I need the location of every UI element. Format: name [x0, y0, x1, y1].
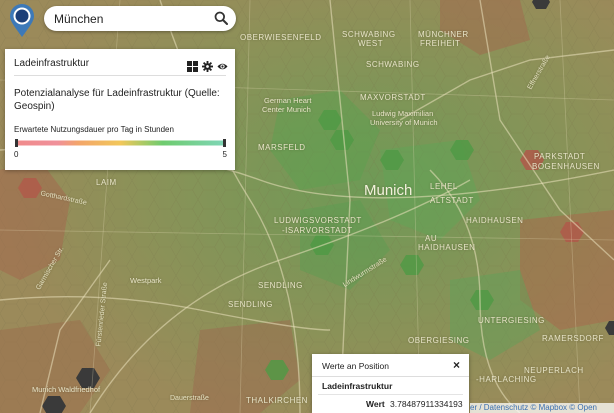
search-input[interactable]	[54, 10, 204, 27]
gear-icon[interactable]	[202, 59, 213, 72]
district-label: OBERWIESENFELD	[240, 33, 322, 42]
district-label: SCHWABING	[342, 30, 396, 39]
district-label: THALKIRCHEN	[246, 396, 308, 405]
legend-handle-min	[15, 139, 18, 147]
district-label: OBERGIESING	[408, 336, 470, 345]
popup-value-key: Wert	[366, 399, 385, 409]
district-label: HAIDHAUSEN	[466, 216, 524, 225]
legend-scale-label: Erwartete Nutzungsdauer pro Tag in Stund…	[14, 125, 174, 134]
search-bar	[44, 6, 236, 31]
district-label: MAXVORSTADT	[360, 93, 426, 102]
district-label: LEHEL	[430, 182, 458, 191]
district-label: -HARLACHING	[476, 375, 537, 384]
poi-label: Munich Waldfriedhof	[32, 385, 101, 394]
street-label: Dauerstraße	[170, 395, 209, 402]
district-label: NEUPERLACH	[524, 366, 584, 375]
district-label: -ISARVORSTADT	[282, 226, 353, 235]
popup-title: Werte an Position	[322, 361, 389, 371]
district-label: MÜNCHNER	[418, 30, 469, 39]
legend-min-label: 0	[14, 150, 19, 159]
location-pin-icon[interactable]	[8, 4, 36, 38]
poi-label: Westpark	[130, 276, 162, 285]
district-label: SCHWABING	[366, 60, 420, 69]
popup-value: 3.78487911334193	[390, 399, 463, 409]
district-label: ALTSTADT	[430, 196, 474, 205]
district-label: LUDWIGSVORSTADT	[274, 216, 362, 225]
district-label: LAIM	[96, 178, 117, 187]
district-label: AU	[425, 234, 438, 243]
grid-icon[interactable]	[187, 59, 198, 72]
close-icon[interactable]: ×	[453, 358, 460, 372]
poi-label: Center Munich	[262, 105, 311, 114]
divider	[14, 75, 226, 76]
layer-title: Ladeinfrastruktur	[14, 58, 90, 69]
poi-label: University of Munich	[370, 118, 438, 127]
legend-handle-max	[223, 139, 226, 147]
layer-actions	[187, 57, 228, 72]
poi-label: Ludwig Maximilian	[372, 109, 434, 118]
popup-layer-name: Ladeinfrastruktur	[322, 381, 393, 391]
district-label: FREIHEIT	[420, 39, 461, 48]
poi-label: German Heart	[264, 96, 312, 105]
divider	[312, 376, 469, 377]
district-label: SENDLING	[258, 281, 303, 290]
district-label: PARKSTADT	[534, 152, 586, 161]
legend-max-label: 5	[222, 150, 227, 159]
city-label: Munich	[364, 182, 413, 199]
legend-color-scale[interactable]	[15, 139, 226, 147]
divider	[318, 394, 463, 395]
district-label: SENDLING	[228, 300, 273, 309]
district-label: HAIDHAUSEN	[418, 243, 476, 252]
map-attribution[interactable]: er / Datenschutz © Mapbox © Open	[470, 403, 614, 413]
district-label: WEST	[358, 39, 384, 48]
layer-legend-panel: Ladeinfrastruktur Potenzialanalyse für L…	[5, 49, 235, 170]
district-label: UNTERGIESING	[478, 316, 545, 325]
district-label: MARSFELD	[258, 143, 306, 152]
layer-description: Potenzialanalyse für Ladeinfrastruktur (…	[14, 88, 220, 112]
value-popup: Werte an Position × Ladeinfrastruktur We…	[312, 354, 469, 413]
eye-icon[interactable]	[217, 59, 228, 70]
search-icon[interactable]	[214, 11, 228, 25]
district-label: RAMERSDORF	[542, 334, 604, 343]
district-label: BOGENHAUSEN	[532, 162, 600, 171]
